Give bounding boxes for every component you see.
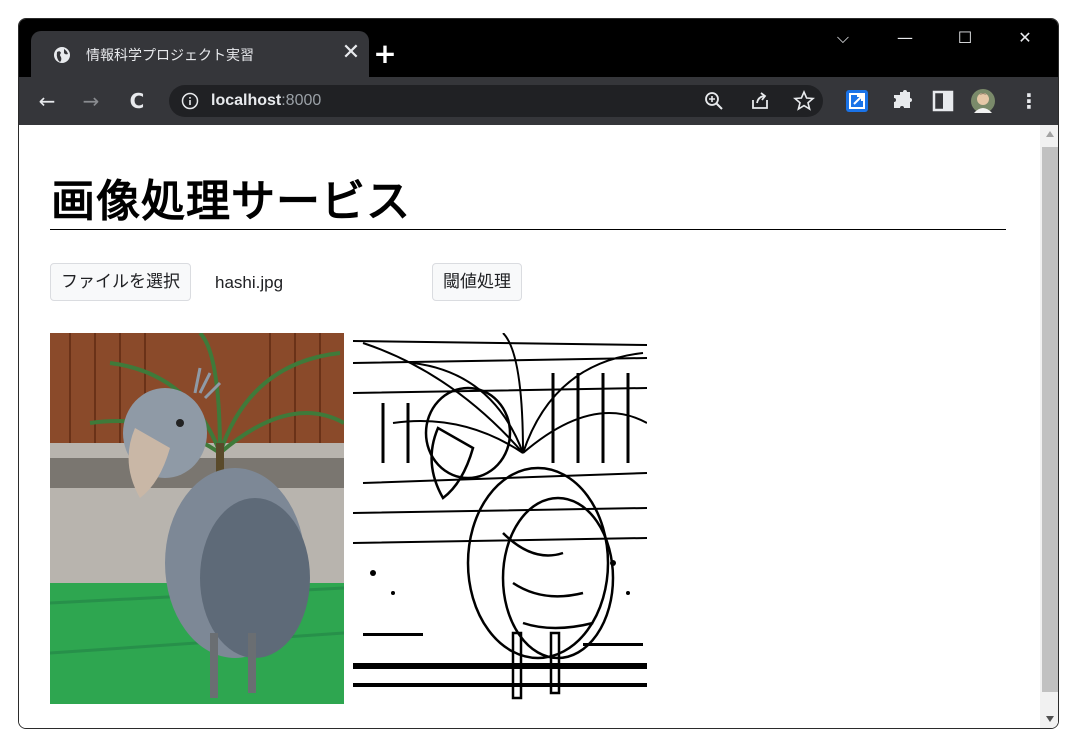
tab-search-icon[interactable]: ⌵ (829, 25, 857, 51)
globe-icon (54, 47, 70, 63)
address-bar[interactable]: localhost:8000 (169, 85, 823, 117)
url-text: localhost:8000 (211, 92, 321, 110)
info-icon (181, 92, 199, 110)
tab-active[interactable]: 情報科学プロジェクト実習 ✕ (31, 31, 369, 77)
extensions-puzzle-icon[interactable] (891, 89, 915, 113)
browser-window: 情報科学プロジェクト実習 ✕ + ⌵ — ☐ ✕ ← → C localhost… (18, 18, 1059, 729)
profile-avatar[interactable] (971, 89, 995, 113)
threshold-image (353, 333, 647, 704)
reload-button[interactable]: C (125, 89, 149, 113)
title-divider (50, 229, 1006, 230)
scroll-up-arrow-icon[interactable] (1046, 131, 1054, 137)
minimize-button[interactable]: — (891, 25, 919, 51)
threshold-button[interactable]: 閾値処理 (432, 263, 522, 301)
tab-close-icon[interactable]: ✕ (339, 41, 363, 65)
forward-button[interactable]: → (79, 89, 103, 113)
page-viewport: 画像処理サービス ファイルを選択 hashi.jpg 閾値処理 (19, 125, 1058, 728)
browser-toolbar: ← → C localhost:8000 ⋮ (19, 77, 1058, 125)
new-tab-button[interactable]: + (371, 40, 399, 69)
page-title: 画像処理サービス (51, 176, 411, 227)
url-port: :8000 (281, 92, 322, 109)
share-icon[interactable] (749, 90, 771, 112)
back-button[interactable]: ← (35, 89, 59, 113)
close-window-button[interactable]: ✕ (1011, 25, 1039, 51)
menu-icon[interactable]: ⋮ (1017, 89, 1041, 113)
vertical-scrollbar[interactable] (1040, 125, 1058, 728)
url-host: localhost (211, 92, 282, 109)
file-select-button[interactable]: ファイルを選択 (50, 263, 191, 301)
maximize-button[interactable]: ☐ (951, 25, 979, 51)
extension-open-link-icon[interactable] (845, 89, 869, 113)
side-panel-icon[interactable] (931, 89, 955, 113)
tab-strip: 情報科学プロジェクト実習 ✕ + ⌵ — ☐ ✕ (19, 19, 1058, 77)
star-icon[interactable] (793, 90, 815, 112)
scroll-down-arrow-icon[interactable] (1046, 716, 1054, 722)
original-image (50, 333, 344, 704)
tab-title: 情報科学プロジェクト実習 (86, 48, 254, 64)
zoom-in-icon[interactable] (703, 90, 725, 112)
scroll-thumb[interactable] (1042, 147, 1058, 692)
selected-file-name: hashi.jpg (215, 273, 284, 292)
